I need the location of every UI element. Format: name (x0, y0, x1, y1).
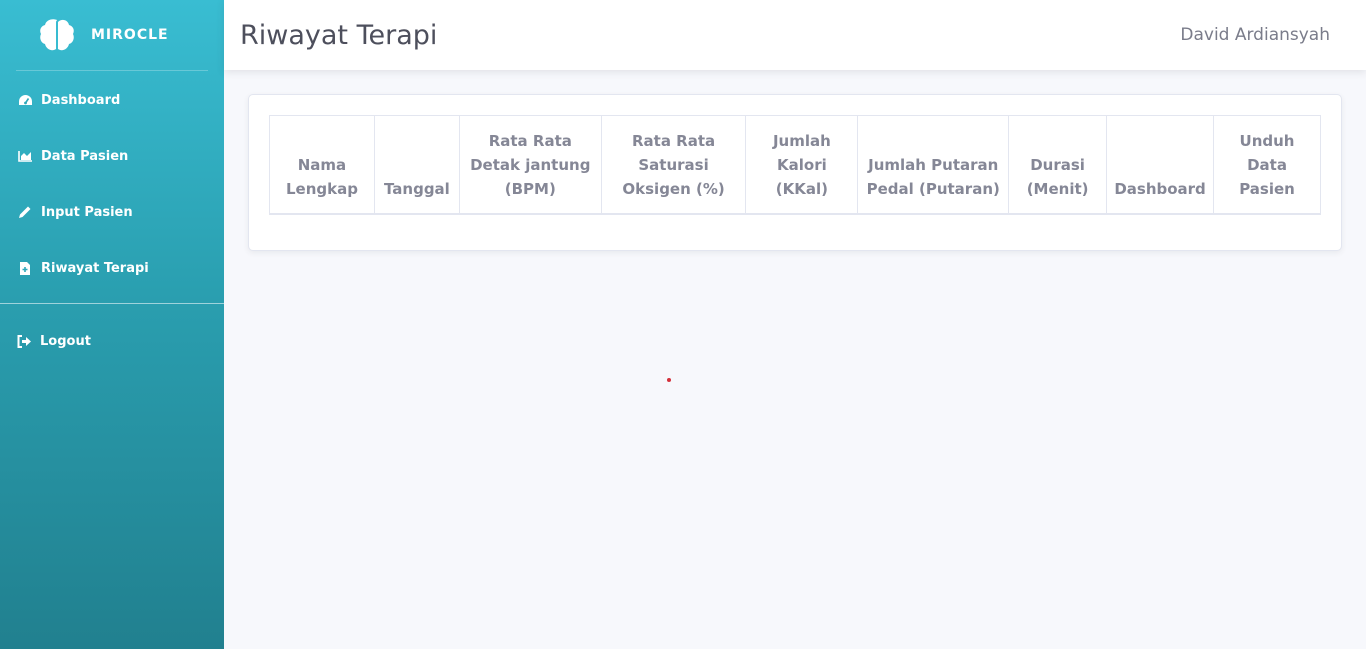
logout-button[interactable]: Logout (0, 312, 224, 370)
column-header-unduh-data[interactable]: Unduh Data Pasien (1213, 115, 1321, 215)
sidebar-item-label: Dashboard (41, 92, 121, 108)
column-header-dashboard[interactable]: Dashboard (1106, 115, 1215, 215)
page-title: Riwayat Terapi (240, 19, 438, 51)
column-header-tanggal[interactable]: Tanggal (373, 115, 460, 215)
tachometer-icon (17, 92, 33, 108)
column-header-jumlah-kalori[interactable]: Jumlah Kalori (KKal) (745, 115, 859, 215)
sign-out-icon (16, 333, 32, 349)
column-header-putaran-pedal[interactable]: Jumlah Putaran Pedal (Putaran) (857, 115, 1010, 215)
brain-icon (38, 16, 76, 54)
sidebar-item-label: Input Pasien (41, 204, 133, 220)
brand-name: MIROCLE (91, 27, 169, 43)
sidebar-item-dashboard[interactable]: Dashboard (0, 72, 224, 128)
sidebar-item-label: Data Pasien (41, 148, 129, 164)
sidebar: MIROCLE Dashboard Data Pasien Input Pasi… (0, 0, 224, 649)
sidebar-item-data-pasien[interactable]: Data Pasien (0, 128, 224, 184)
sidebar-divider (0, 303, 224, 304)
file-medical-icon (17, 260, 33, 276)
column-header-nama-lengkap[interactable]: Nama Lengkap (269, 115, 375, 215)
column-header-durasi[interactable]: Durasi (Menit) (1008, 115, 1108, 215)
sidebar-item-label: Riwayat Terapi (41, 260, 149, 276)
topbar: Riwayat Terapi David Ardiansyah (224, 0, 1366, 70)
column-header-detak-jantung[interactable]: Rata Rata Detak jantung (BPM) (458, 115, 602, 215)
chart-area-icon (17, 148, 33, 164)
sidebar-item-riwayat-terapi[interactable]: Riwayat Terapi (0, 240, 224, 296)
cursor-dot (667, 378, 671, 382)
sidebar-item-input-pasien[interactable]: Input Pasien (0, 184, 224, 240)
history-card: Nama Lengkap Tanggal Rata Rata Detak jan… (248, 94, 1342, 251)
table-header-row: Nama Lengkap Tanggal Rata Rata Detak jan… (269, 115, 1321, 215)
history-table: Nama Lengkap Tanggal Rata Rata Detak jan… (269, 115, 1321, 215)
logout-label: Logout (40, 333, 91, 349)
brand[interactable]: MIROCLE (0, 0, 224, 70)
column-header-saturasi-oksigen[interactable]: Rata Rata Saturasi Oksigen (%) (600, 115, 747, 215)
user-menu[interactable]: David Ardiansyah (1180, 25, 1330, 45)
pencil-icon (17, 204, 33, 220)
